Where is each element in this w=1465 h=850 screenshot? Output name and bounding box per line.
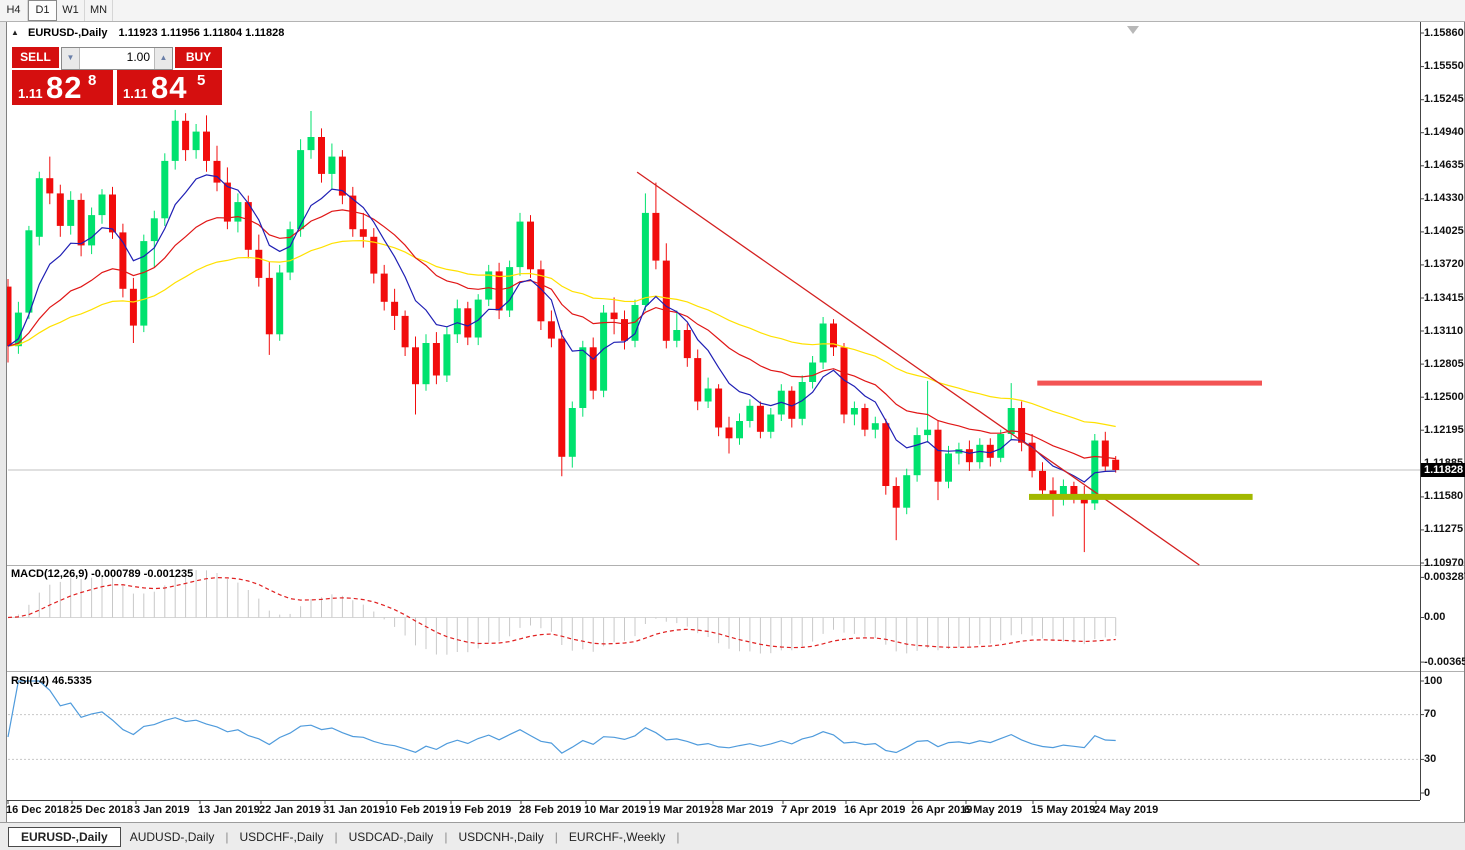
price-axis-label: 1.14025 bbox=[1424, 225, 1464, 238]
timeframe-button-d1[interactable]: D1 bbox=[28, 0, 57, 21]
macd-axis-label: 0.003287 bbox=[1424, 570, 1465, 583]
date-axis-label: 13 Jan 2019 bbox=[198, 804, 260, 816]
price-axis-label: 1.12805 bbox=[1424, 357, 1464, 370]
price-axis-label: 1.12500 bbox=[1424, 390, 1464, 403]
date-axis-label: 24 May 2019 bbox=[1094, 804, 1159, 816]
price-axis[interactable]: 1.15860 1.15550 1.15245 1.14940 1.14635 1.143… bbox=[1420, 0, 1465, 822]
timeframe-button-w1[interactable]: W1 bbox=[57, 0, 85, 21]
buy-button[interactable]: BUY bbox=[175, 47, 222, 68]
tab-eurusd-daily[interactable]: EURUSD-,Daily bbox=[8, 826, 121, 847]
date-axis-label: 3 Jan 2019 bbox=[134, 804, 190, 816]
chart-ohlc-values: 1.11923 1.11956 1.11804 1.11828 bbox=[118, 27, 285, 39]
price-axis-label: 1.15245 bbox=[1424, 93, 1464, 106]
date-axis-label: 28 Feb 2019 bbox=[519, 804, 582, 816]
timeframe-toolbar: H4 D1 W1 MN bbox=[0, 0, 1465, 22]
price-axis-label: 1.11580 bbox=[1424, 490, 1464, 503]
chart-title: ▲ EURUSD-,Daily 1.11923 1.11956 1.11804 … bbox=[11, 27, 284, 39]
sell-price-sup: 8 bbox=[88, 72, 97, 89]
chart-shift-icon[interactable] bbox=[1127, 26, 1139, 34]
price-axis-label: 1.14940 bbox=[1424, 126, 1464, 139]
rsi-axis-label: 0 bbox=[1424, 786, 1431, 799]
tab-separator: | bbox=[334, 829, 338, 844]
price-axis-label: 1.15550 bbox=[1424, 60, 1464, 73]
one-click-trading-panel: SELL ▼ 1.00 ▲ BUY 1.11 82 8 1.11 84 5 bbox=[12, 47, 222, 105]
date-axis-label: 16 Dec 2018 bbox=[6, 804, 69, 816]
date-axis-label: 19 Feb 2019 bbox=[449, 804, 512, 816]
price-axis-label: 1.11275 bbox=[1424, 523, 1464, 536]
tab-usdcad-daily[interactable]: USDCAD-,Daily bbox=[340, 827, 443, 847]
collapse-icon[interactable]: ▲ bbox=[11, 28, 19, 37]
tab-eurchf-weekly[interactable]: EURCHF-,Weekly bbox=[560, 827, 674, 847]
sell-price-prefix: 1.11 bbox=[18, 86, 43, 101]
date-axis-label: 6 May 2019 bbox=[964, 804, 1023, 816]
timeframe-button-mn[interactable]: MN bbox=[85, 0, 113, 21]
tab-separator: | bbox=[676, 829, 680, 844]
macd-axis-label: -0.003659 bbox=[1424, 655, 1465, 668]
volume-increase-button[interactable]: ▲ bbox=[154, 48, 172, 69]
date-axis-label: 16 Apr 2019 bbox=[844, 804, 906, 816]
tab-usdchf-daily[interactable]: USDCHF-,Daily bbox=[231, 827, 333, 847]
price-axis-label: 1.13720 bbox=[1424, 258, 1464, 271]
macd-label: MACD(12,26,9) -0.000789 -0.001235 bbox=[11, 568, 194, 580]
date-axis-label: 15 May 2019 bbox=[1031, 804, 1096, 816]
volume-stepper: ▼ 1.00 ▲ bbox=[61, 47, 173, 70]
date-axis-label: 19 Mar 2019 bbox=[648, 804, 711, 816]
rsi-axis-label: 70 bbox=[1424, 708, 1437, 721]
rsi-axis-label: 100 bbox=[1424, 674, 1443, 687]
price-axis-label: 1.14330 bbox=[1424, 192, 1464, 205]
window-left-border bbox=[6, 21, 7, 822]
tab-separator: | bbox=[554, 829, 558, 844]
application-window: H4 D1 W1 MN ▲ EURUSD-,Daily 1.11923 1.11… bbox=[0, 0, 1465, 850]
volume-decrease-button[interactable]: ▼ bbox=[62, 48, 80, 69]
sell-button[interactable]: SELL bbox=[12, 47, 59, 68]
price-axis-label: 1.10970 bbox=[1424, 556, 1464, 569]
tab-usdcnh-daily[interactable]: USDCNH-,Daily bbox=[449, 827, 552, 847]
volume-input[interactable]: 1.00 bbox=[80, 48, 154, 69]
tab-separator: | bbox=[444, 829, 448, 844]
macd-axis-label: 0.00 bbox=[1424, 611, 1446, 623]
price-axis-label: 1.13415 bbox=[1424, 291, 1464, 304]
date-axis-label: 28 Mar 2019 bbox=[711, 804, 774, 816]
tab-audusd-daily[interactable]: AUDUSD-,Daily bbox=[121, 827, 224, 847]
price-axis-label: 1.13110 bbox=[1424, 324, 1464, 337]
rsi-label: RSI(14) 46.5335 bbox=[11, 675, 92, 687]
date-axis-label: 10 Feb 2019 bbox=[385, 804, 448, 816]
chart-symbol-label: EURUSD-,Daily bbox=[27, 27, 108, 39]
date-axis-label: 22 Jan 2019 bbox=[259, 804, 321, 816]
current-price-badge: 1.11828 bbox=[1421, 463, 1465, 477]
date-axis-label: 31 Jan 2019 bbox=[323, 804, 385, 816]
price-axis-label: 1.14635 bbox=[1424, 159, 1464, 172]
price-axis-label: 1.15860 bbox=[1424, 26, 1464, 39]
chart-tab-bar: EURUSD-,Daily AUDUSD-,Daily | USDCHF-,Da… bbox=[0, 822, 1465, 850]
date-axis-label: 25 Dec 2018 bbox=[70, 804, 133, 816]
sell-price-big: 82 bbox=[46, 70, 83, 105]
rsi-axis-label: 30 bbox=[1424, 752, 1437, 765]
buy-price-display[interactable]: 1.11 84 5 bbox=[117, 70, 222, 105]
buy-price-prefix: 1.11 bbox=[123, 86, 148, 101]
sell-price-display[interactable]: 1.11 82 8 bbox=[12, 70, 113, 105]
date-axis-label: 10 Mar 2019 bbox=[584, 804, 647, 816]
buy-price-big: 84 bbox=[151, 70, 188, 105]
tab-separator: | bbox=[225, 829, 229, 844]
buy-price-sup: 5 bbox=[197, 72, 206, 89]
timeframe-button-h4[interactable]: H4 bbox=[0, 0, 28, 21]
date-axis-label: 7 Apr 2019 bbox=[781, 804, 837, 816]
date-axis[interactable]: 16 Dec 2018 25 Dec 2018 3 Jan 2019 13 Jan 2… bbox=[0, 802, 1420, 822]
price-axis-label: 1.12195 bbox=[1424, 423, 1464, 436]
chart-plot[interactable] bbox=[0, 0, 1465, 850]
